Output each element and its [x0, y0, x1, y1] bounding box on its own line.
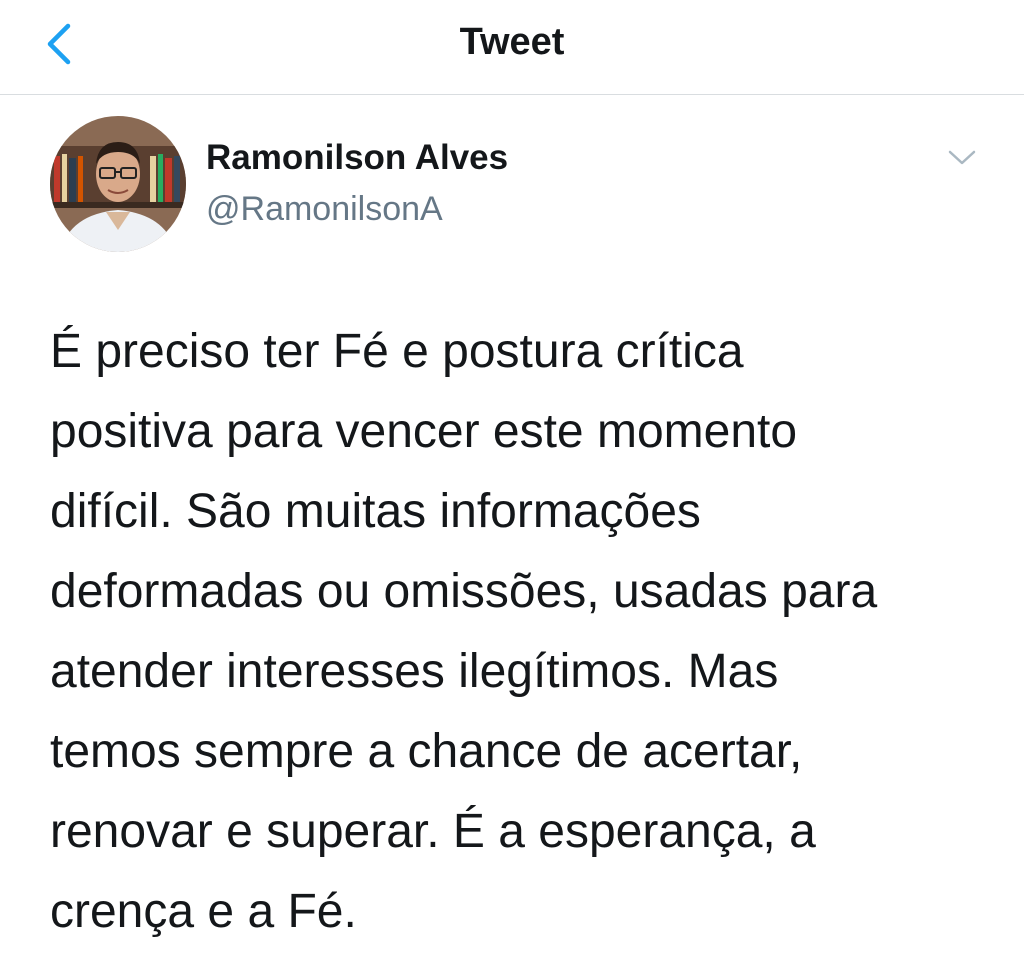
tweet-header: Ramonilson Alves @RamonilsonA: [0, 96, 1024, 276]
page-title: Tweet: [459, 21, 565, 63]
tweet-menu-button[interactable]: [938, 140, 986, 176]
tweet-text: É preciso ter Fé e postura crítica posit…: [50, 325, 878, 938]
chevron-down-icon: [948, 150, 976, 165]
author-handle[interactable]: @RamonilsonA: [206, 187, 443, 231]
author-display-name[interactable]: Ramonilson Alves: [206, 136, 508, 180]
navigation-bar: Tweet: [0, 0, 1024, 95]
profile-photo: [50, 116, 186, 252]
avatar[interactable]: [50, 116, 186, 252]
